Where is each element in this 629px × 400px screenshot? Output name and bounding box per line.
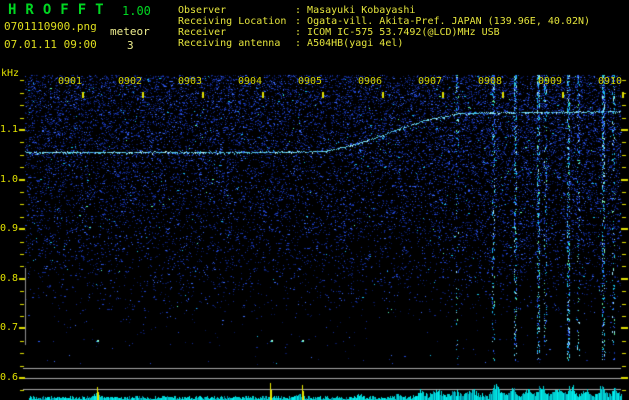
hrofft-screen: HROFFT 1.00 0701110900.png 07.01.11 09:0… — [0, 0, 629, 400]
time-tick-label: 0909 — [537, 76, 563, 87]
freq-tick-label: 0.7 — [0, 322, 19, 333]
freq-tick-label: 0.6 — [0, 372, 19, 383]
time-tick-label: 0910 — [597, 76, 623, 87]
freq-tick-label: 1.0 — [0, 174, 19, 185]
freq-tick-label: 0.8 — [0, 273, 19, 284]
time-tick-label: 0908 — [477, 76, 503, 87]
time-tick-label: 0902 — [117, 76, 143, 87]
time-tick-label: 0901 — [57, 76, 83, 87]
time-tick-label: 0907 — [417, 76, 443, 87]
time-tick-label: 0903 — [177, 76, 203, 87]
freq-tick-label: 0.9 — [0, 223, 19, 234]
spectrogram-canvas — [0, 0, 629, 400]
freq-tick-label: 1.1 — [0, 124, 19, 135]
time-tick-label: 0904 — [237, 76, 263, 87]
time-tick-label: 0906 — [357, 76, 383, 87]
time-tick-label: 0905 — [297, 76, 323, 87]
